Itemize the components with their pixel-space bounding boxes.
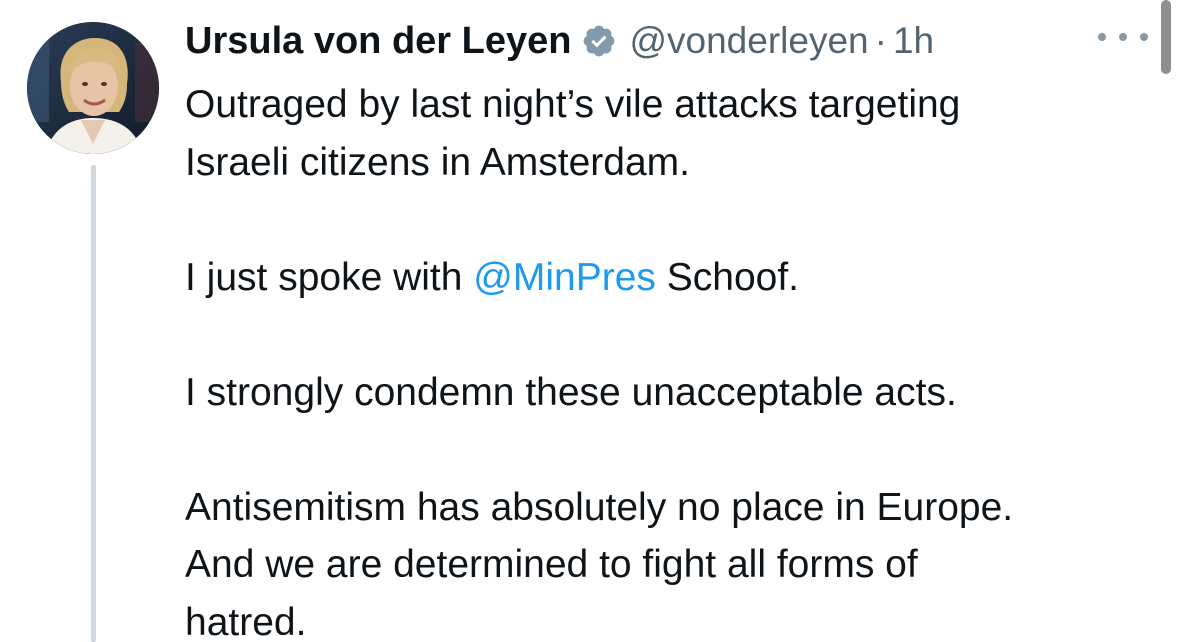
mention-link[interactable]: @MinPres — [473, 256, 656, 299]
tweet-header: Ursula von der Leyen @vonderleyen · 1h — [185, 14, 934, 68]
scrollbar[interactable] — [1161, 0, 1171, 74]
text-line: I strongly condemn these unacceptable ac… — [185, 370, 957, 414]
verified-badge-icon — [581, 23, 617, 59]
paragraph: I strongly condemn these unacceptable ac… — [185, 364, 1160, 422]
text-line: Antisemitism has absolutely no place in … — [185, 485, 1014, 529]
avatar-photo — [27, 22, 159, 154]
paragraph: Antisemitism has absolutely no place in … — [185, 479, 1160, 642]
text-segment: Schoof. — [655, 255, 800, 299]
timestamp[interactable]: 1h — [893, 20, 934, 62]
tweet-text: Outraged by last night’s vile attacks ta… — [185, 76, 1160, 642]
text-segment: I just spoke with — [185, 255, 474, 299]
paragraph: Outraged by last night’s vile attacks ta… — [185, 76, 1160, 191]
text-line: And we are determined to fight all forms… — [185, 543, 918, 586]
separator-dot: · — [874, 20, 887, 61]
text-line: Israeli citizens in Amsterdam. — [185, 140, 691, 184]
avatar[interactable] — [27, 22, 159, 154]
text-line: hatred. — [185, 600, 307, 642]
paragraph: I just spoke with @MinPres Schoof. — [185, 249, 1160, 307]
more-horizontal-icon[interactable] — [1098, 22, 1148, 52]
tweet[interactable]: Ursula von der Leyen @vonderleyen · 1h O… — [0, 0, 1179, 642]
thread-line — [91, 165, 96, 642]
author-name[interactable]: Ursula von der Leyen — [185, 20, 571, 63]
text-line: Outraged by last night’s vile attacks ta… — [185, 83, 961, 126]
author-handle[interactable]: @vonderleyen — [629, 20, 868, 62]
